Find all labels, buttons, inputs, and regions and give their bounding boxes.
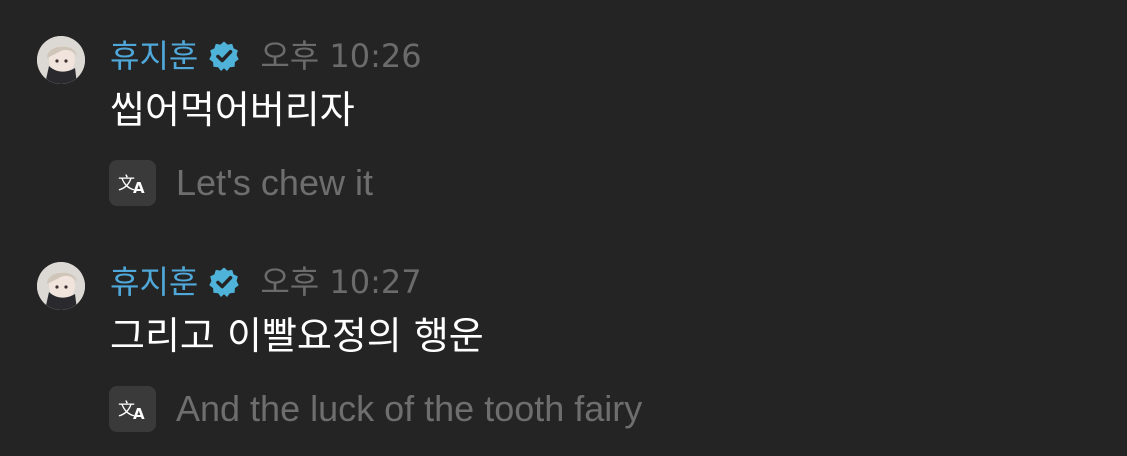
chat-log: 휴지훈 오후 10:26 씹어먹어버리자 文 A Let's chew it 휴… <box>0 0 1127 456</box>
verified-check-icon <box>208 266 240 298</box>
translation-row: 文 A Let's chew it <box>109 160 373 206</box>
timestamp: 오후 10:27 <box>260 263 422 301</box>
translate-icon: 文 A <box>118 400 145 421</box>
message-text: 씹어먹어버리자 <box>110 88 355 132</box>
avatar[interactable] <box>37 36 85 84</box>
translate-button[interactable]: 文 A <box>109 386 156 432</box>
svg-text:A: A <box>133 405 145 421</box>
translation-text: And the luck of the tooth fairy <box>176 388 643 429</box>
translation-text: Let's chew it <box>176 162 373 203</box>
translate-icon: 文 A <box>118 174 145 195</box>
avatar-image <box>37 36 85 84</box>
svg-text:A: A <box>133 179 145 195</box>
author-name[interactable]: 휴지훈 <box>110 260 198 304</box>
timestamp: 오후 10:26 <box>260 37 422 75</box>
message-text: 그리고 이빨요정의 행운 <box>110 314 484 358</box>
translation-row: 文 A And the luck of the tooth fairy <box>109 386 642 432</box>
translate-button[interactable]: 文 A <box>109 160 156 206</box>
avatar-image <box>37 262 85 310</box>
message-header: 휴지훈 오후 10:26 <box>110 34 422 78</box>
verified-check-icon <box>208 40 240 72</box>
message-header: 휴지훈 오후 10:27 <box>110 260 422 304</box>
author-name[interactable]: 휴지훈 <box>110 34 198 78</box>
avatar[interactable] <box>37 262 85 310</box>
